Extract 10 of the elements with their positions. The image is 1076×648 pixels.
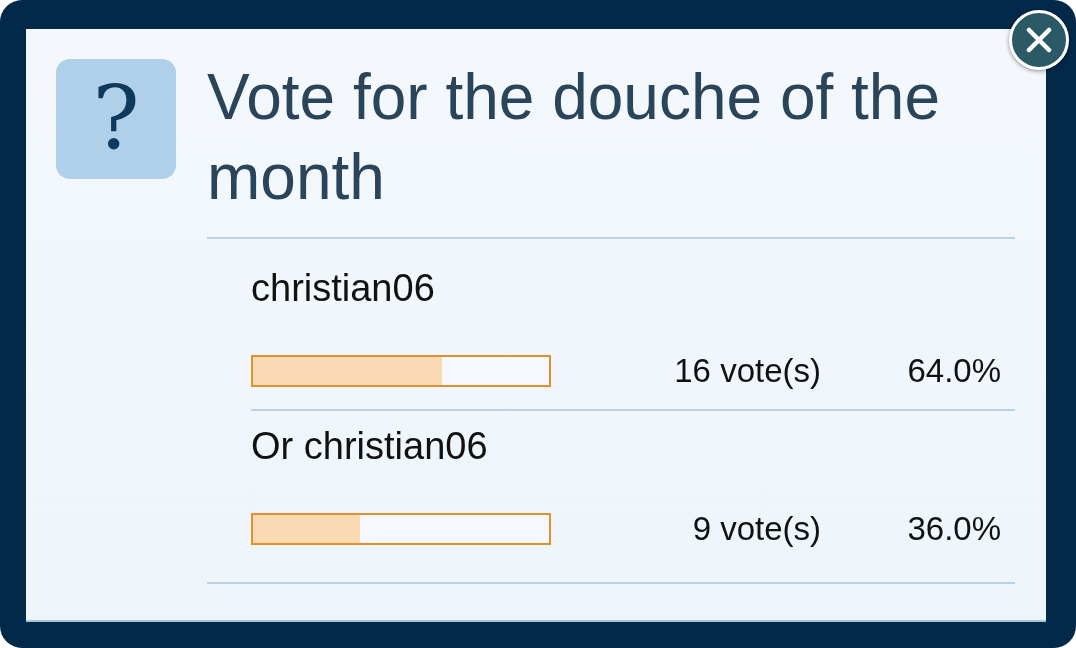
question-mark: ? bbox=[56, 59, 176, 179]
vote-count: 9 vote(s) bbox=[691, 511, 821, 547]
option-label: Or christian06 bbox=[251, 424, 489, 468]
close-button[interactable] bbox=[1009, 10, 1069, 70]
close-icon bbox=[1026, 27, 1052, 53]
vote-percentage: 64.0% bbox=[906, 353, 1001, 389]
poll-title: Vote for the douche of the month bbox=[207, 60, 941, 215]
option-label: christian06 bbox=[251, 266, 436, 310]
vote-percentage: 36.0% bbox=[906, 511, 1001, 547]
vote-count: 16 vote(s) bbox=[673, 353, 821, 389]
